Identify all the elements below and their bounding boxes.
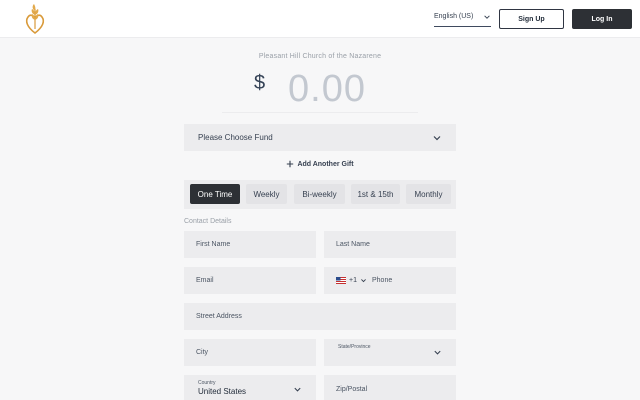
chevron-down-icon [294, 387, 301, 392]
amount-placeholder: 0.00 [288, 68, 366, 110]
plus-icon [287, 160, 294, 168]
us-flag-icon[interactable] [336, 277, 346, 284]
church-name: Pleasant Hill Church of the Nazarene [258, 53, 382, 60]
frequency-1st-15th[interactable]: 1st & 15th [351, 184, 400, 204]
frequency-bi-weekly[interactable]: Bi-weekly [294, 184, 345, 204]
city-placeholder: City [196, 349, 209, 356]
fund-placeholder: Please Choose Fund [198, 133, 273, 142]
zip-field[interactable]: Zip/Postal [324, 375, 456, 400]
login-button[interactable]: Log In [572, 9, 632, 29]
add-gift-label: Add Another Gift [297, 160, 354, 168]
phone-placeholder: Phone [371, 277, 393, 284]
phone-field[interactable]: +1 Phone [324, 267, 456, 294]
email-field[interactable]: Email [184, 267, 316, 294]
chevron-down-icon [484, 14, 490, 19]
frequency-one-time[interactable]: One Time [190, 184, 240, 204]
chevron-down-icon[interactable] [360, 277, 367, 284]
chevron-down-icon [433, 135, 441, 140]
frequency-weekly[interactable]: Weekly [246, 184, 287, 204]
first-name-placeholder: First Name [196, 241, 231, 248]
zip-placeholder: Zip/Postal [336, 385, 368, 393]
country-value: United States [198, 387, 247, 396]
state-label: State/Province [338, 344, 371, 350]
country-label: Country [198, 380, 216, 386]
language-value: English (US) [434, 13, 474, 20]
city-field[interactable]: City [184, 339, 316, 366]
street-address-placeholder: Street Address [196, 313, 242, 320]
frequency-selector: One Time Weekly Bi-weekly 1st & 15th Mon… [184, 180, 456, 209]
country-code[interactable]: +1 [349, 277, 357, 284]
currency-symbol: $ [254, 72, 266, 94]
contact-details-heading: Contact Details [184, 218, 232, 225]
church-logo-icon[interactable] [22, 3, 48, 37]
street-address-field[interactable]: Street Address [184, 303, 456, 330]
state-select[interactable]: State/Province [324, 339, 456, 366]
top-bar: English (US) Sign Up Log In [0, 0, 640, 38]
last-name-field[interactable]: Last Name [324, 231, 456, 258]
language-select[interactable]: English (US) [434, 9, 491, 27]
signup-button[interactable]: Sign Up [499, 9, 564, 29]
chevron-down-icon [434, 350, 441, 355]
fund-select[interactable]: Please Choose Fund [184, 124, 456, 151]
email-placeholder: Email [196, 277, 214, 284]
first-name-field[interactable]: First Name [184, 231, 316, 258]
add-gift-button[interactable]: Add Another Gift [0, 160, 640, 168]
last-name-placeholder: Last Name [336, 241, 370, 248]
amount-input[interactable]: $ 0.00 [222, 66, 418, 113]
frequency-monthly[interactable]: Monthly [406, 184, 451, 204]
country-select[interactable]: Country United States [184, 375, 316, 400]
